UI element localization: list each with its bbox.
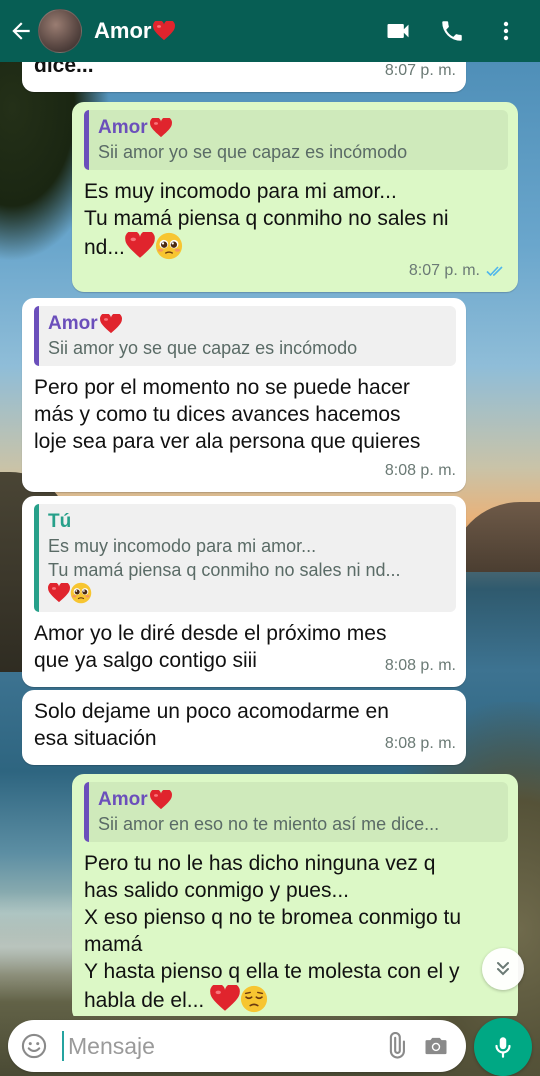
message-incoming[interactable]: Tú Es muy incomodo para mi amor... Tu ma… — [22, 496, 466, 687]
message-time: 8:08 p. m. — [384, 735, 456, 752]
message-text-line: nd... — [84, 236, 125, 259]
message-composer — [8, 1020, 466, 1072]
quote-text: Sii amor yo se que capaz es incómodo — [48, 338, 358, 358]
heart-icon — [150, 118, 172, 138]
heart-icon — [48, 583, 70, 603]
message-input[interactable] — [62, 1031, 376, 1061]
message-time: 8:07 p. m. — [384, 62, 456, 79]
quote-text: Sii amor en eso no te miento así me dice… — [98, 814, 440, 834]
pensive-face-icon — [240, 985, 268, 1013]
quoted-message[interactable]: Amor Sii amor yo se que capaz es incómod… — [34, 306, 456, 366]
double-chevron-down-icon — [497, 962, 509, 976]
heart-icon — [150, 790, 172, 810]
camera-icon — [425, 1037, 447, 1055]
message-incoming[interactable]: Solo dejame un poco acomodarme en esa si… — [22, 690, 466, 765]
message-meta: 8:08 p. m. — [34, 457, 456, 484]
message-text-body: Pero tu no le has dicho ninguna vez q ha… — [84, 852, 462, 1012]
contact-name-text: Amor — [94, 18, 152, 43]
pleading-face-icon — [155, 232, 183, 260]
more-options-button[interactable] — [490, 15, 522, 47]
message-text: Pero tu no le has dicho ninguna vez q ha… — [84, 850, 508, 1014]
heart-icon — [153, 21, 175, 41]
message-meta: 8:07 p. m. — [84, 257, 508, 284]
message-outgoing[interactable]: Amor Sii amor yo se que capaz es incómod… — [72, 102, 518, 292]
message-time: 8:08 p. m. — [384, 462, 456, 479]
quote-author-text: Amor — [98, 117, 148, 138]
quote-author: Tú — [48, 510, 446, 534]
heart-icon — [125, 232, 155, 259]
microphone-icon — [495, 1037, 511, 1058]
quote-text: Sii amor yo se que capaz es incómodo — [98, 142, 408, 162]
quoted-message[interactable]: Amor Sii amor yo se que capaz es incómod… — [84, 110, 508, 170]
contact-name[interactable]: Amor — [94, 18, 382, 44]
message-time: 8:08 p. m. — [384, 657, 456, 674]
voice-record-button[interactable] — [474, 1018, 532, 1076]
quoted-message[interactable]: Tú Es muy incomodo para mi amor... Tu ma… — [34, 504, 456, 612]
quote-author-text: Amor — [98, 789, 148, 810]
quote-author: Amor — [98, 116, 498, 140]
pleading-face-icon — [70, 582, 92, 604]
scroll-to-bottom-button[interactable] — [482, 948, 524, 990]
arrow-left-icon — [12, 22, 30, 40]
video-camera-icon — [387, 24, 409, 38]
video-call-button[interactable] — [382, 15, 414, 47]
message-list[interactable]: dice... 8:07 p. m. Amor Sii amor yo se q… — [0, 62, 540, 1016]
camera-button[interactable] — [416, 1026, 456, 1066]
paperclip-icon — [389, 1032, 405, 1059]
contact-avatar[interactable] — [38, 9, 82, 53]
chat-header: Amor — [0, 0, 540, 62]
message-text-line: Es muy incomodo para mi amor... — [84, 180, 397, 203]
quote-author-text: Amor — [48, 313, 98, 334]
quote-text-line: Tu mamá piensa q conmiho no sales ni nd.… — [48, 560, 401, 580]
quoted-message[interactable]: Amor Sii amor en eso no te miento así me… — [84, 782, 508, 842]
back-button[interactable] — [4, 0, 38, 62]
message-text: Pero por el momento no se puede hacer má… — [34, 376, 421, 453]
emoji-button[interactable] — [14, 1026, 54, 1066]
header-actions — [382, 15, 522, 47]
message-incoming[interactable]: Amor Sii amor yo se que capaz es incómod… — [22, 298, 466, 492]
attach-button[interactable] — [376, 1026, 416, 1066]
message-text: Es muy incomodo para mi amor... Tu mamá … — [84, 178, 508, 261]
phone-icon — [442, 21, 462, 41]
message-incoming[interactable]: dice... 8:07 p. m. — [22, 62, 466, 92]
heart-icon — [100, 314, 122, 334]
quote-text-line: Es muy incomodo para mi amor... — [48, 536, 317, 556]
quote-author-text: Tú — [48, 511, 72, 532]
quote-author: Amor — [48, 312, 446, 336]
double-check-read-icon — [486, 265, 503, 276]
message-outgoing[interactable]: Amor Sii amor en eso no te miento así me… — [72, 774, 518, 1016]
heart-icon — [210, 985, 240, 1012]
message-meta: 8:07 p. m. — [34, 62, 456, 84]
quote-emoji — [48, 582, 446, 606]
more-vertical-icon — [503, 21, 509, 41]
message-text-line: Tu mamá piensa q conmiho no sales ni — [84, 207, 449, 230]
message-time: 8:07 p. m. — [408, 262, 480, 279]
quote-author: Amor — [98, 788, 498, 812]
voice-call-button[interactable] — [436, 15, 468, 47]
emoji-icon — [21, 1033, 47, 1059]
